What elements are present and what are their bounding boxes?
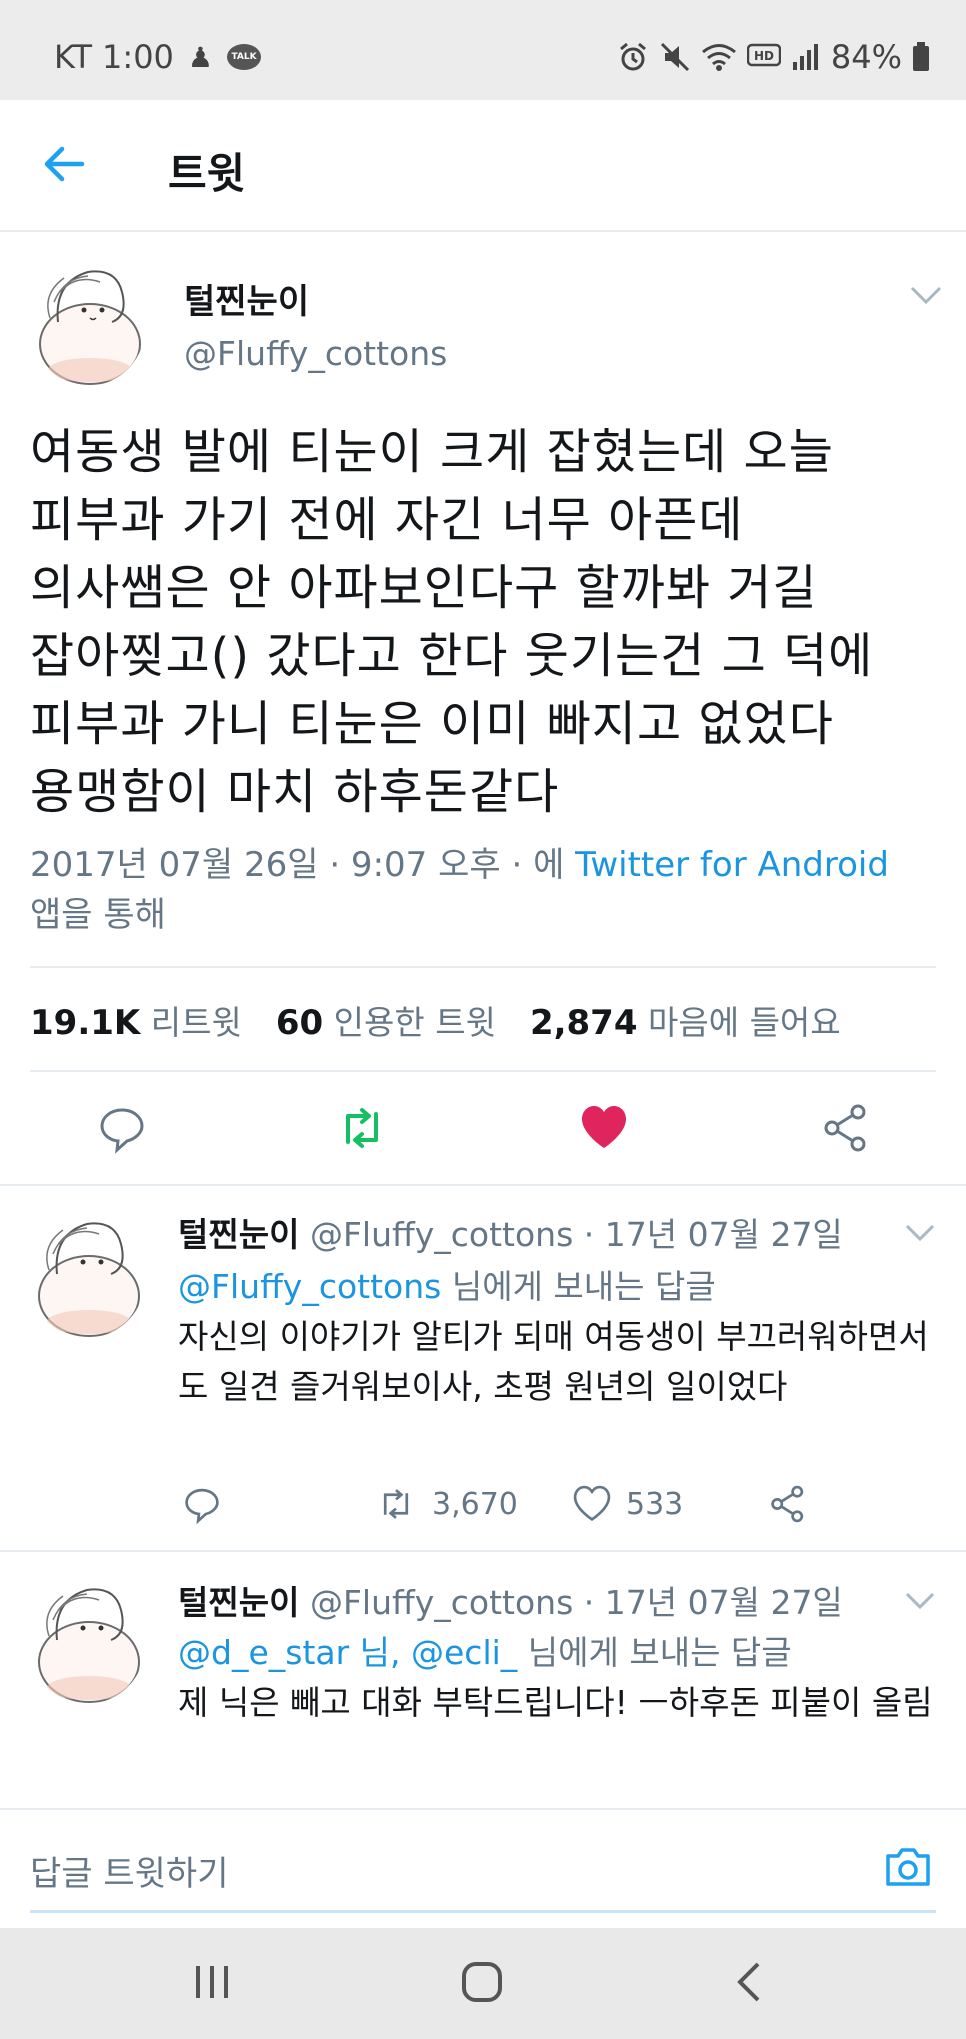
author-handle-date[interactable]: @Fluffy_cottons · 17년 07월 27일 — [310, 1215, 843, 1254]
reply-header: 털찐눈이 @Fluffy_cottons · 17년 07월 27일 — [178, 1576, 843, 1624]
author-name[interactable]: 털찐눈이 — [178, 1215, 299, 1254]
mute-icon — [660, 42, 689, 72]
avatar-image — [39, 270, 141, 385]
likes-label: 마음에 들어요 — [648, 1003, 841, 1042]
home-icon[interactable] — [460, 1960, 504, 2004]
clock: 1:00 — [102, 38, 174, 76]
reply-icon — [185, 1488, 219, 1524]
reply-to-suffix: 님에게 보내는 답글 — [451, 1267, 716, 1306]
quotes-count: 60 — [275, 1003, 324, 1043]
chevron-down-icon[interactable] — [904, 1590, 936, 1612]
wifi-icon — [701, 44, 736, 71]
status-right: HD 84% — [617, 38, 930, 76]
battery-icon — [913, 42, 929, 71]
tweet-source-suffix: 앱을 통해 — [30, 895, 166, 935]
avatar[interactable] — [28, 1580, 146, 1704]
composer-underline — [30, 1910, 936, 1913]
retweet-icon — [383, 1489, 409, 1519]
signal-icon — [792, 44, 818, 70]
like-heart-icon[interactable] — [578, 1102, 630, 1154]
divider — [30, 966, 936, 968]
carrier-label: KT — [54, 38, 93, 76]
reply-to: @Fluffy_cottons 님에게 보내는 답글 — [178, 1260, 716, 1308]
author-name[interactable]: 털찐눈이 — [178, 1583, 299, 1622]
divider — [0, 1184, 966, 1186]
avatar-image — [38, 1222, 140, 1337]
kakaotalk-icon: TALK — [227, 44, 262, 70]
retweet-icon[interactable] — [336, 1102, 388, 1154]
divider — [30, 1070, 936, 1072]
retweet-count: 3,670 — [432, 1486, 518, 1522]
app-header — [0, 100, 966, 232]
retweets-count: 19.1K — [30, 1003, 141, 1043]
reply-to-link[interactable]: @Fluffy_cottons — [178, 1267, 441, 1306]
quotes-stat[interactable]: 60 인용한 트윗 — [276, 996, 496, 1044]
author-name[interactable]: 털찐눈이 — [184, 274, 309, 323]
battery-percent: 84% — [830, 38, 902, 76]
likes-stat[interactable]: 2,874 마음에 들어요 — [530, 996, 841, 1044]
share-icon[interactable] — [820, 1102, 872, 1154]
tweet-meta: 2017년 07월 26일 · 9:07 오후 · 에 Twitter for … — [30, 840, 930, 940]
reply-to-link[interactable]: @d_e_star 님, @ecli_ — [178, 1633, 517, 1672]
share-icon — [771, 1485, 804, 1523]
svg-text:HD: HD — [754, 49, 774, 63]
like-count: 533 — [626, 1486, 684, 1522]
reply-input-placeholder[interactable]: 답글 트윗하기 — [30, 1846, 229, 1895]
author-handle-date[interactable]: @Fluffy_cottons · 17년 07월 27일 — [310, 1583, 843, 1622]
reply-action[interactable] — [182, 1484, 222, 1524]
reply-to-suffix: 님에게 보내는 답글 — [527, 1633, 792, 1672]
reply-text: 자신의 이야기가 알티가 되매 여동생이 부끄러워하면서도 일견 즐거워보이사,… — [178, 1317, 929, 1406]
like-action[interactable]: 533 — [572, 1484, 683, 1524]
likes-count: 2,874 — [529, 1003, 638, 1043]
reply-to: @d_e_star 님, @ecli_ 님에게 보내는 답글 — [178, 1626, 792, 1674]
notification-person-icon: ♟ — [187, 40, 214, 74]
retweets-stat[interactable]: 19.1K 리트윗 — [30, 996, 242, 1044]
chevron-down-icon[interactable] — [904, 1222, 936, 1244]
tweet-text: 여동생 발에 티눈이 크게 잡혔는데 오늘 피부과 가기 전에 자긴 너무 아픈… — [30, 424, 874, 820]
tweet-timestamp: 2017년 07월 26일 · 9:07 오후 · 에 — [30, 845, 565, 885]
recent-apps-icon[interactable] — [190, 1962, 234, 2002]
tweet-stats: 19.1K 리트윗 60 인용한 트윗 2,874 마음에 들어요 — [30, 996, 867, 1044]
tweet-source-link[interactable]: Twitter for Android — [575, 845, 889, 885]
reply-text: 제 닉은 빼고 대화 부탁드립니다! ㅡ하후돈 피붙이 올림 — [178, 1683, 933, 1722]
reply-icon[interactable] — [96, 1102, 148, 1154]
retweets-label: 리트윗 — [150, 1003, 242, 1042]
author-handle[interactable]: @Fluffy_cottons — [184, 334, 447, 373]
back-arrow-icon[interactable] — [38, 138, 90, 190]
chevron-down-icon[interactable] — [908, 282, 944, 308]
hd-voice-icon: HD — [746, 43, 781, 67]
retweet-action[interactable]: 3,670 — [374, 1484, 518, 1524]
reply-header: 털찐눈이 @Fluffy_cottons · 17년 07월 27일 — [178, 1208, 843, 1256]
avatar[interactable] — [28, 1214, 146, 1338]
avatar-image — [38, 1588, 140, 1703]
share-action[interactable] — [768, 1484, 808, 1524]
page-title: 트윗 — [168, 149, 246, 198]
heart-icon — [573, 1485, 611, 1521]
avatar[interactable] — [30, 262, 146, 386]
quotes-label: 인용한 트윗 — [333, 1003, 496, 1042]
status-left: KT 1:00 ♟ TALK — [54, 38, 262, 76]
alarm-icon — [619, 42, 646, 71]
divider — [0, 1550, 966, 1552]
camera-icon[interactable] — [882, 1840, 934, 1892]
back-nav-icon[interactable] — [730, 1960, 770, 2004]
